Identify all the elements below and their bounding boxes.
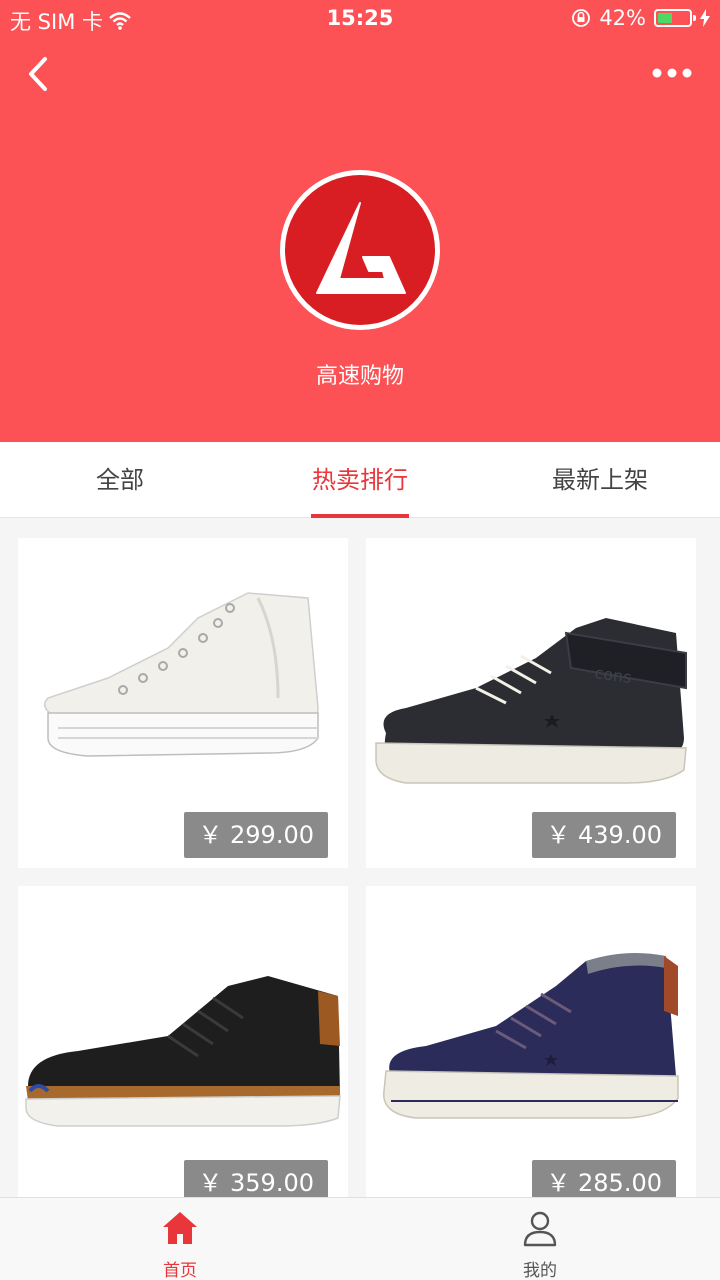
category-tabs: 全部 热卖排行 最新上架 <box>0 442 720 518</box>
tab-label: 热卖排行 <box>312 466 408 494</box>
more-dots-icon <box>652 68 692 78</box>
nav-profile[interactable]: 我的 <box>480 1198 600 1280</box>
tab-label: 最新上架 <box>552 466 648 494</box>
battery-icon <box>654 9 696 27</box>
active-tab-indicator <box>311 514 409 518</box>
more-button[interactable] <box>650 58 694 88</box>
charging-icon <box>700 9 710 27</box>
product-card[interactable]: cons ￥ 439.00 <box>366 538 696 868</box>
tab-new-arrivals[interactable]: 最新上架 <box>480 442 720 518</box>
user-icon <box>523 1211 557 1247</box>
tab-hot-sales[interactable]: 热卖排行 <box>240 442 480 518</box>
product-price: ￥ 285.00 <box>532 1160 676 1197</box>
product-grid: ￥ 299.00 cons ￥ 439.00 ￥ 359.00 ￥ 285.00 <box>0 519 720 1197</box>
black-leather-sneaker-image <box>25 976 341 1127</box>
tab-label: 全部 <box>96 466 144 494</box>
product-price: ￥ 439.00 <box>532 812 676 858</box>
brand-logo-icon <box>316 202 406 294</box>
product-card[interactable]: ￥ 285.00 <box>366 886 696 1197</box>
back-button[interactable] <box>16 52 60 96</box>
navy-sneaker-image <box>383 952 679 1119</box>
nav-home[interactable]: 首页 <box>120 1198 240 1280</box>
bottom-nav: 首页 我的 <box>0 1197 720 1280</box>
black-sneaker-image: cons <box>375 618 687 784</box>
shop-name: 高速购物 <box>315 364 404 389</box>
product-price: ￥ 359.00 <box>184 1160 328 1197</box>
white-sneaker-image <box>43 592 319 757</box>
product-card[interactable]: ￥ 359.00 <box>18 886 348 1197</box>
battery-percent: 42% <box>599 6 646 30</box>
home-icon <box>163 1212 197 1244</box>
nav-label: 首页 <box>163 1261 197 1280</box>
tab-all[interactable]: 全部 <box>0 442 240 518</box>
shop-logo <box>280 170 440 330</box>
status-bar: 无 SIM 卡 15:25 42% <box>0 0 720 40</box>
product-price: ￥ 299.00 <box>184 812 328 858</box>
product-card[interactable]: ￥ 299.00 <box>18 538 348 868</box>
nav-label: 我的 <box>523 1261 557 1280</box>
chevron-left-icon <box>29 57 47 91</box>
orientation-lock-icon <box>572 9 591 27</box>
shop-header: 无 SIM 卡 15:25 42% 高速购物 <box>0 0 720 442</box>
